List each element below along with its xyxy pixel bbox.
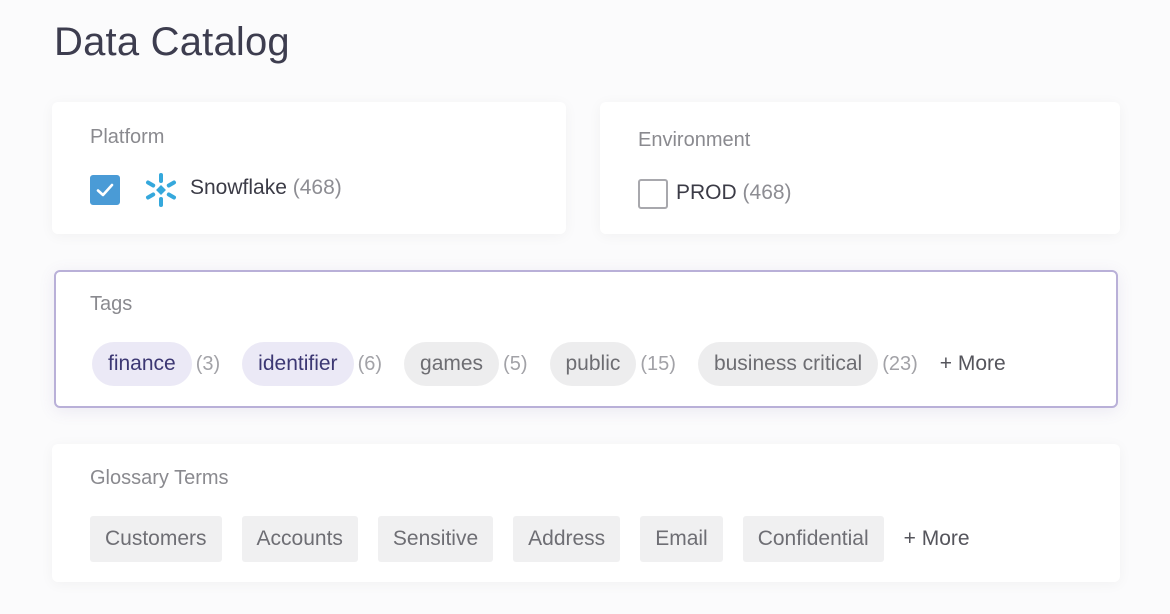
page-title: Data Catalog [54,20,290,64]
tags-more-button[interactable]: + More [940,352,1006,376]
tag-business-critical-count: (23) [882,352,918,375]
glossary-term-sensitive[interactable]: Sensitive [377,516,494,562]
tag-public[interactable]: public [549,342,637,386]
data-catalog-page: Data Catalog Platform Snowflake (468) En… [0,0,1170,614]
prod-checkbox[interactable] [638,179,668,209]
glossary-term-confidential[interactable]: Confidential [742,516,884,562]
glossary-term-accounts[interactable]: Accounts [241,516,358,562]
platform-label: Platform [90,126,165,148]
prod-option-count: (468) [742,181,792,204]
glossary-terms-label: Glossary Terms [90,467,229,489]
glossary-more-button[interactable]: + More [904,527,970,551]
platform-filter-card: Platform Snowflake (468) [52,102,566,234]
tag-games[interactable]: games [404,342,500,386]
tag-games-count: (5) [503,352,528,375]
prod-option[interactable]: PROD (468) [676,181,792,205]
check-icon [96,183,114,197]
tag-identifier-count: (6) [357,352,383,375]
tags-filter-card: Tags finance (3) identifier (6) games (5… [54,270,1118,408]
environment-label: Environment [638,129,751,151]
tags-chip-row: finance (3) identifier (6) games (5) pub… [92,342,1006,386]
glossary-term-email[interactable]: Email [640,516,723,562]
glossary-terms-card: Glossary Terms Customers Accounts Sensit… [52,444,1120,582]
tag-identifier[interactable]: identifier [242,342,354,386]
glossary-chip-row: Customers Accounts Sensitive Address Ema… [90,516,970,562]
snowflake-icon [146,173,176,207]
snowflake-option-count: (468) [292,176,342,199]
glossary-term-address[interactable]: Address [513,516,621,562]
tag-finance-count: (3) [195,352,221,375]
environment-filter-card: Environment PROD (468) [600,102,1120,234]
tag-business-critical[interactable]: business critical [697,342,879,386]
tags-label: Tags [90,293,133,315]
snowflake-option-label: Snowflake [190,176,287,199]
tag-finance[interactable]: finance [92,342,192,386]
snowflake-checkbox[interactable] [90,175,120,205]
prod-option-label: PROD [676,181,737,204]
glossary-term-customers[interactable]: Customers [90,516,222,562]
snowflake-option[interactable]: Snowflake (468) [190,176,342,200]
tag-public-count: (15) [640,352,676,375]
